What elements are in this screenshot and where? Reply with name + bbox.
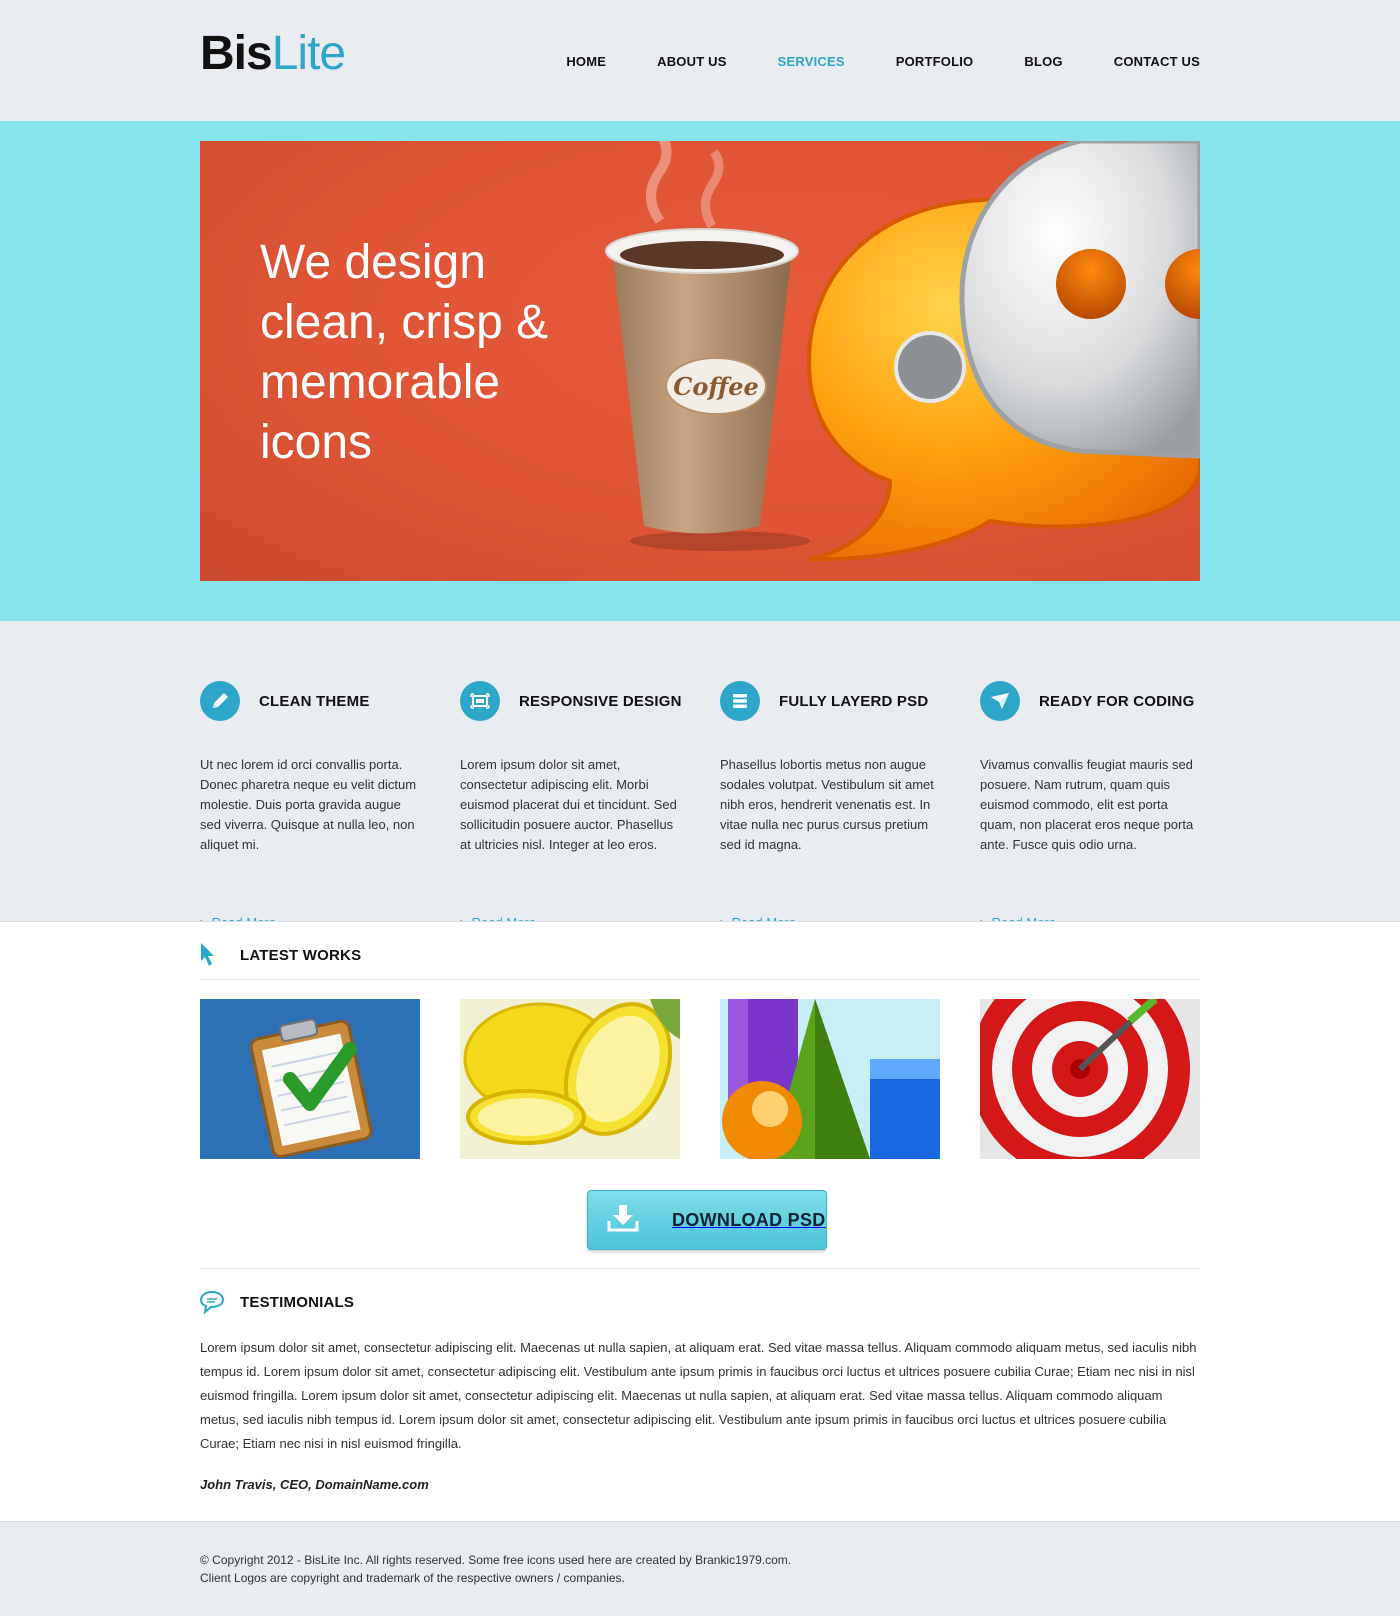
feature-text: Ut nec lorem id orci convallis porta. Do… [200, 757, 417, 852]
work-thumb-shapes[interactable] [720, 999, 940, 1159]
latest-works-heading: LATEST WORKS [200, 942, 361, 968]
paper-plane-icon [980, 681, 1020, 721]
hero-illustration: Coffee [605, 141, 1200, 562]
site-logo[interactable]: BisLite [200, 27, 346, 80]
feature-text: Lorem ipsum dolor sit amet, consectetur … [460, 757, 677, 852]
feature-title: CLEAN THEME [259, 693, 370, 710]
features-section: CLEAN THEME Ut nec lorem id orci convall… [0, 621, 1400, 930]
nav-home[interactable]: HOME [566, 54, 606, 69]
testimonials-heading: TESTIMONIALS [200, 1290, 354, 1314]
cursor-icon [200, 942, 224, 968]
logo-light-text: Lite [271, 27, 346, 80]
hero-banner: We design clean, crisp & memorable icons [200, 141, 1200, 581]
pencil-icon [200, 681, 240, 721]
divider [200, 979, 1200, 980]
layers-icon [720, 681, 760, 721]
nav-blog[interactable]: BLOG [1024, 54, 1062, 69]
testimonials-title: TESTIMONIALS [240, 1293, 355, 1311]
download-icon [606, 1203, 640, 1238]
main-content: LATEST WORKS DOWNLOAD PSD TESTIMONIALS L… [0, 921, 1400, 1521]
lemon-icon [460, 999, 680, 1159]
nav-portfolio[interactable]: PORTFOLIO [896, 54, 974, 69]
nav-about-us[interactable]: ABOUT US [657, 54, 727, 69]
cup-label-text: Coffee [673, 372, 759, 401]
screen-icon [460, 681, 500, 721]
target-icon [980, 999, 1200, 1159]
steam-icon [646, 141, 672, 224]
logos-notice-text: Client Logos are copyright and trademark… [200, 1571, 625, 1585]
nav-contact-us[interactable]: CONTACT US [1114, 54, 1200, 69]
divider [200, 1268, 1200, 1269]
feature-title: READY FOR CODING [1039, 693, 1195, 710]
site-footer: © Copyright 2012 - BisLite Inc. All righ… [0, 1521, 1400, 1616]
hero-band: We design clean, crisp & memorable icons [0, 121, 1400, 621]
speech-bubble-icon [200, 1290, 224, 1314]
clipboard-check-icon [200, 999, 420, 1159]
copyright-text: © Copyright 2012 - BisLite Inc. All righ… [200, 1553, 792, 1567]
testimonial-author: John Travis, CEO, DomainName.com [200, 1477, 429, 1492]
shapes-icon [720, 999, 940, 1159]
latest-works-title: LATEST WORKS [240, 946, 362, 964]
site-header: BisLite HOME ABOUT US SERVICES PORTFOLIO… [0, 0, 1400, 121]
feature-text: Vivamus convallis feugiat mauris sed pos… [980, 757, 1194, 852]
download-psd-button[interactable]: DOWNLOAD PSD [587, 1190, 827, 1250]
work-thumb-clipboard[interactable] [200, 999, 420, 1159]
nav-services[interactable]: SERVICES [778, 54, 845, 69]
main-nav: HOME ABOUT US SERVICES PORTFOLIO BLOG CO… [515, 54, 1200, 69]
logo-bold-text: Bis [200, 27, 273, 80]
feature-title: FULLY LAYERD PSD [779, 693, 929, 710]
work-thumb-target[interactable] [980, 999, 1200, 1159]
feature-title: RESPONSIVE DESIGN [519, 693, 682, 710]
feature-text: Phasellus lobortis metus non augue sodal… [720, 757, 934, 852]
testimonial-text: Lorem ipsum dolor sit amet, consectetur … [200, 1340, 1197, 1451]
work-thumb-lemons[interactable] [460, 999, 680, 1159]
download-label: DOWNLOAD PSD [672, 1209, 826, 1230]
